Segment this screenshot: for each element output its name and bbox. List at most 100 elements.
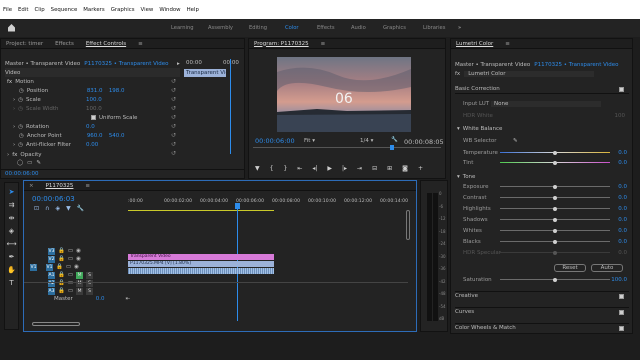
- clip-audio[interactable]: [128, 268, 274, 274]
- creative-checkbox[interactable]: [619, 293, 624, 299]
- tone-knob[interactable]: [553, 250, 557, 255]
- selection-tool-icon[interactable]: ➤: [9, 188, 15, 196]
- reset-icon[interactable]: ↺: [171, 149, 183, 158]
- timeline-settings-icon[interactable]: 🔧: [77, 205, 84, 212]
- tone-slider[interactable]: [500, 184, 610, 189]
- uniform-scale-checkbox[interactable]: [91, 115, 96, 120]
- panel-menu-icon[interactable]: ≡: [321, 41, 326, 47]
- mini-playhead[interactable]: [230, 59, 231, 154]
- lift-icon[interactable]: ⊟: [372, 165, 377, 172]
- razor-tool-icon[interactable]: ◈: [9, 227, 14, 235]
- type-tool-icon[interactable]: T: [9, 279, 13, 287]
- effect-controls-timecode[interactable]: 00:00:06:00: [5, 171, 39, 177]
- tone-knob[interactable]: [553, 206, 557, 211]
- hand-tool-icon[interactable]: ✋: [7, 266, 16, 274]
- color-wheels-header[interactable]: Color Wheels & Match: [455, 323, 629, 332]
- play-only-icon[interactable]: ▸: [177, 61, 180, 67]
- go-to-out-icon[interactable]: ⇥: [357, 165, 362, 172]
- curves-header[interactable]: Curves: [455, 307, 629, 316]
- tone-slider[interactable]: [500, 206, 610, 211]
- temperature-knob[interactable]: [553, 150, 557, 155]
- expand-icon[interactable]: ›: [13, 97, 15, 103]
- tone-knob[interactable]: [553, 217, 557, 222]
- program-playhead[interactable]: [390, 145, 394, 150]
- reset-icon[interactable]: ↺: [171, 86, 183, 95]
- tint-slider[interactable]: [500, 160, 610, 165]
- menu-graphics[interactable]: Graphics: [111, 7, 135, 13]
- reset-icon[interactable]: ↺: [171, 113, 183, 122]
- workspace-learning[interactable]: Learning: [171, 25, 194, 31]
- step-back-icon[interactable]: ◂|: [312, 165, 317, 172]
- solo-a1-button[interactable]: S: [86, 271, 94, 279]
- workspace-overflow-button[interactable]: »: [458, 25, 461, 31]
- lumetri-path-master[interactable]: Master • Transparent Video: [455, 62, 530, 68]
- tone-knob[interactable]: [553, 184, 557, 189]
- tone-slider[interactable]: [500, 195, 610, 200]
- solo-a2-button[interactable]: S: [86, 279, 94, 287]
- wrench-icon[interactable]: 🔧: [391, 137, 398, 143]
- menu-edit[interactable]: Edit: [18, 7, 28, 13]
- sync-icon[interactable]: ▭: [68, 272, 73, 278]
- nest-icon[interactable]: ⊡: [34, 205, 39, 212]
- timeline-sequence-tab[interactable]: P1170325: [46, 183, 74, 189]
- reset-icon[interactable]: ↺: [171, 122, 183, 131]
- saturation-value[interactable]: 100.0: [611, 277, 627, 283]
- lumetri-effect-dropdown[interactable]: Lumetri Color: [464, 70, 595, 77]
- fit-dropdown[interactable]: Fit ▾: [304, 138, 315, 144]
- linked-selection-icon[interactable]: ◈: [55, 205, 60, 212]
- reset-button[interactable]: Reset: [554, 264, 586, 272]
- close-icon[interactable]: ×: [29, 183, 34, 189]
- expand-icon[interactable]: ›: [13, 106, 15, 112]
- expand-icon[interactable]: ›: [13, 142, 15, 148]
- tone-slider[interactable]: [500, 250, 610, 255]
- basic-correction-header[interactable]: Basic Correction: [455, 85, 629, 94]
- tone-value[interactable]: 0.0: [618, 250, 627, 256]
- reset-icon[interactable]: ↺: [171, 104, 183, 113]
- tab-effects[interactable]: Effects: [55, 41, 74, 47]
- work-area-bar[interactable]: [128, 210, 274, 211]
- program-scrub-bar[interactable]: [253, 147, 441, 148]
- sync-icon[interactable]: ▭: [68, 280, 73, 286]
- stopwatch-icon[interactable]: ◷: [19, 133, 24, 139]
- eye-icon[interactable]: ◉: [74, 264, 79, 270]
- program-timecode[interactable]: 00:00:06:00: [255, 137, 295, 145]
- export-frame-icon[interactable]: ◙: [402, 165, 408, 172]
- eye-icon[interactable]: ◉: [76, 256, 81, 262]
- resolution-dropdown[interactable]: 1/4 ▾: [360, 138, 373, 144]
- workspace-graphics[interactable]: Graphics: [383, 25, 406, 31]
- tab-effect-controls[interactable]: Effect Controls: [86, 41, 126, 47]
- auto-button[interactable]: Auto: [591, 264, 623, 272]
- stopwatch-icon[interactable]: ◷: [18, 97, 23, 103]
- tone-knob[interactable]: [553, 239, 557, 244]
- clip-path-master[interactable]: Master • Transparent Video: [5, 61, 80, 67]
- sync-icon[interactable]: ▭: [68, 248, 73, 254]
- add-button-icon[interactable]: +: [418, 165, 423, 172]
- reset-icon[interactable]: ↺: [171, 131, 183, 140]
- workspace-libraries[interactable]: Libraries: [423, 25, 445, 31]
- add-marker-icon[interactable]: ▼: [255, 165, 260, 172]
- lock-icon[interactable]: 🔒: [58, 256, 65, 262]
- tone-header[interactable]: ▾ Tone: [457, 172, 475, 181]
- eyedropper-icon[interactable]: ✎: [513, 138, 518, 144]
- tint-value[interactable]: 0.0: [618, 160, 627, 166]
- pen-mask-icon[interactable]: ✎: [36, 160, 41, 166]
- source-patch-v1[interactable]: V1: [46, 263, 53, 271]
- menu-clip[interactable]: Clip: [34, 7, 44, 13]
- lock-icon[interactable]: 🔒: [58, 280, 65, 286]
- reset-icon[interactable]: ↺: [171, 140, 183, 149]
- timeline-horizontal-scrollbar[interactable]: [32, 322, 80, 326]
- tone-value[interactable]: 0.0: [618, 195, 627, 201]
- white-balance-header[interactable]: ▾ White Balance: [457, 124, 502, 133]
- home-icon[interactable]: [7, 23, 16, 32]
- tone-slider[interactable]: [500, 239, 610, 244]
- tone-slider[interactable]: [500, 228, 610, 233]
- lock-icon[interactable]: 🔒: [58, 248, 65, 254]
- reset-icon[interactable]: ↺: [171, 95, 183, 104]
- slip-tool-icon[interactable]: ⟷: [6, 240, 16, 248]
- tone-slider[interactable]: [500, 217, 610, 222]
- go-to-start-icon[interactable]: ⇤: [126, 296, 131, 302]
- panel-menu-icon[interactable]: ≡: [138, 41, 143, 47]
- tone-knob[interactable]: [553, 228, 557, 233]
- rotation-value[interactable]: 0.0: [86, 124, 95, 130]
- tone-value[interactable]: 0.0: [618, 184, 627, 190]
